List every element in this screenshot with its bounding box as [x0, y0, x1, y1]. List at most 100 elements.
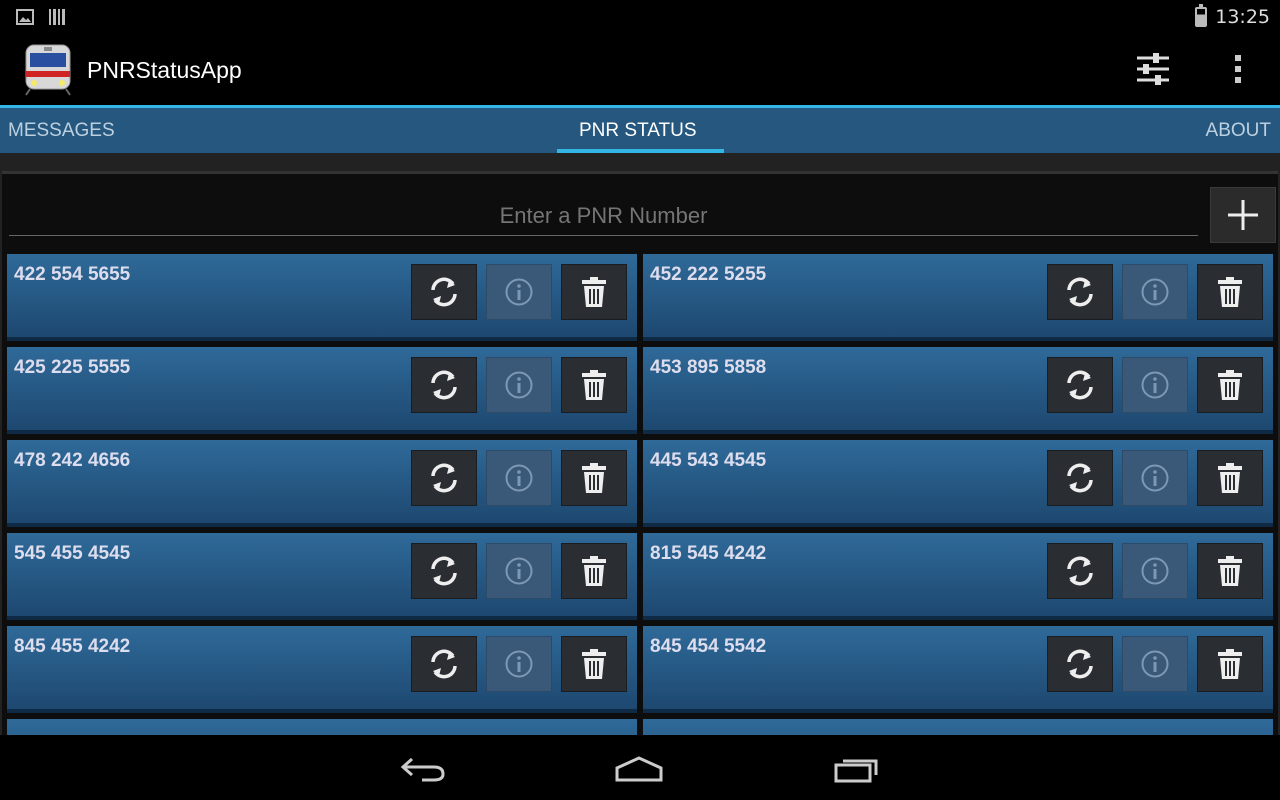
info-button[interactable] [1122, 450, 1188, 506]
pnr-card-partial[interactable] [7, 719, 637, 735]
refresh-icon [431, 277, 457, 307]
overflow-menu-icon [1235, 55, 1241, 83]
info-icon [1141, 278, 1169, 306]
refresh-button[interactable] [411, 357, 477, 413]
refresh-icon [431, 463, 457, 493]
refresh-button[interactable] [411, 543, 477, 599]
delete-button[interactable] [561, 357, 627, 413]
refresh-icon [431, 370, 457, 400]
delete-button[interactable] [1197, 357, 1263, 413]
trash-icon [1218, 463, 1242, 493]
info-button[interactable] [486, 264, 552, 320]
info-icon [505, 557, 533, 585]
trash-icon [582, 370, 606, 400]
info-button[interactable] [1122, 357, 1188, 413]
pnr-card[interactable]: 845 455 4242 [7, 626, 637, 713]
refresh-button[interactable] [1047, 357, 1113, 413]
pnr-number: 425 225 5555 [14, 357, 131, 378]
pnr-panel: 422 554 5655 452 222 5255 425 225 5555 453 … [2, 171, 1278, 735]
pnr-card[interactable]: 445 543 4545 [643, 440, 1273, 527]
sliders-icon [1137, 53, 1169, 85]
info-button[interactable] [486, 543, 552, 599]
app-title: PNRStatusApp [87, 57, 242, 83]
pnr-number-input[interactable] [9, 196, 1198, 236]
battery-icon [1195, 4, 1208, 27]
delete-button[interactable] [1197, 264, 1263, 320]
info-button[interactable] [1122, 264, 1188, 320]
refresh-button[interactable] [1047, 264, 1113, 320]
delete-button[interactable] [1197, 543, 1263, 599]
train-icon [25, 44, 71, 96]
delete-button[interactable] [561, 543, 627, 599]
back-button[interactable] [393, 749, 453, 789]
delete-button[interactable] [1197, 450, 1263, 506]
info-button[interactable] [486, 357, 552, 413]
delete-button[interactable] [561, 636, 627, 692]
pnr-number: 478 242 4656 [14, 450, 131, 471]
settings-button[interactable] [1133, 49, 1173, 89]
refresh-button[interactable] [1047, 636, 1113, 692]
overflow-menu-button[interactable] [1218, 49, 1258, 89]
navigation-bar [0, 735, 1280, 800]
home-button[interactable] [609, 749, 669, 789]
pnr-card-partial[interactable] [643, 719, 1273, 735]
pnr-card[interactable]: 845 454 5542 [643, 626, 1273, 713]
recent-apps-icon [834, 759, 878, 783]
info-button[interactable] [1122, 543, 1188, 599]
pnr-number: 845 454 5542 [650, 636, 767, 657]
info-button[interactable] [486, 636, 552, 692]
trash-icon [1218, 556, 1242, 586]
refresh-button[interactable] [1047, 543, 1113, 599]
recent-apps-button[interactable] [827, 749, 887, 789]
clock: 13:25 [1215, 6, 1270, 28]
info-button[interactable] [486, 450, 552, 506]
tab-bar: MESSAGES PNR STATUS ABOUT [0, 105, 1280, 153]
barcode-icon [49, 9, 65, 25]
delete-button[interactable] [1197, 636, 1263, 692]
pnr-card[interactable]: 453 895 5858 [643, 347, 1273, 434]
refresh-icon [1067, 370, 1093, 400]
refresh-button[interactable] [411, 264, 477, 320]
delete-button[interactable] [561, 450, 627, 506]
info-icon [505, 650, 533, 678]
pnr-card[interactable]: 545 455 4545 [7, 533, 637, 620]
refresh-icon [1067, 649, 1093, 679]
trash-icon [582, 463, 606, 493]
trash-icon [582, 649, 606, 679]
status-bar: 13:25 [0, 0, 1280, 33]
refresh-button[interactable] [1047, 450, 1113, 506]
pnr-card[interactable]: 815 545 4242 [643, 533, 1273, 620]
pnr-number: 452 222 5255 [650, 264, 767, 285]
tab-messages[interactable]: MESSAGES [8, 108, 115, 153]
info-icon [1141, 464, 1169, 492]
pnr-card[interactable]: 422 554 5655 [7, 254, 637, 341]
info-icon [505, 371, 533, 399]
refresh-button[interactable] [411, 636, 477, 692]
info-icon [1141, 557, 1169, 585]
add-pnr-button[interactable] [1210, 187, 1276, 243]
info-button[interactable] [1122, 636, 1188, 692]
notification-icons [16, 8, 66, 26]
trash-icon [1218, 649, 1242, 679]
refresh-icon [1067, 277, 1093, 307]
refresh-icon [431, 649, 457, 679]
pnr-card[interactable]: 478 242 4656 [7, 440, 637, 527]
plus-icon [1228, 200, 1258, 230]
info-icon [505, 464, 533, 492]
tab-about[interactable]: ABOUT [1206, 108, 1271, 153]
trash-icon [582, 277, 606, 307]
content-area: 422 554 5655 452 222 5255 425 225 5555 453 … [0, 153, 1280, 735]
delete-button[interactable] [561, 264, 627, 320]
trash-icon [582, 556, 606, 586]
pnr-card[interactable]: 452 222 5255 [643, 254, 1273, 341]
refresh-icon [1067, 463, 1093, 493]
pnr-number: 545 455 4545 [14, 543, 131, 564]
trash-icon [1218, 277, 1242, 307]
picture-icon [16, 9, 34, 25]
action-bar: PNRStatusApp [0, 33, 1280, 105]
refresh-button[interactable] [411, 450, 477, 506]
tab-pnr-status[interactable]: PNR STATUS [579, 108, 697, 153]
info-icon [505, 278, 533, 306]
pnr-card[interactable]: 425 225 5555 [7, 347, 637, 434]
refresh-icon [1067, 556, 1093, 586]
